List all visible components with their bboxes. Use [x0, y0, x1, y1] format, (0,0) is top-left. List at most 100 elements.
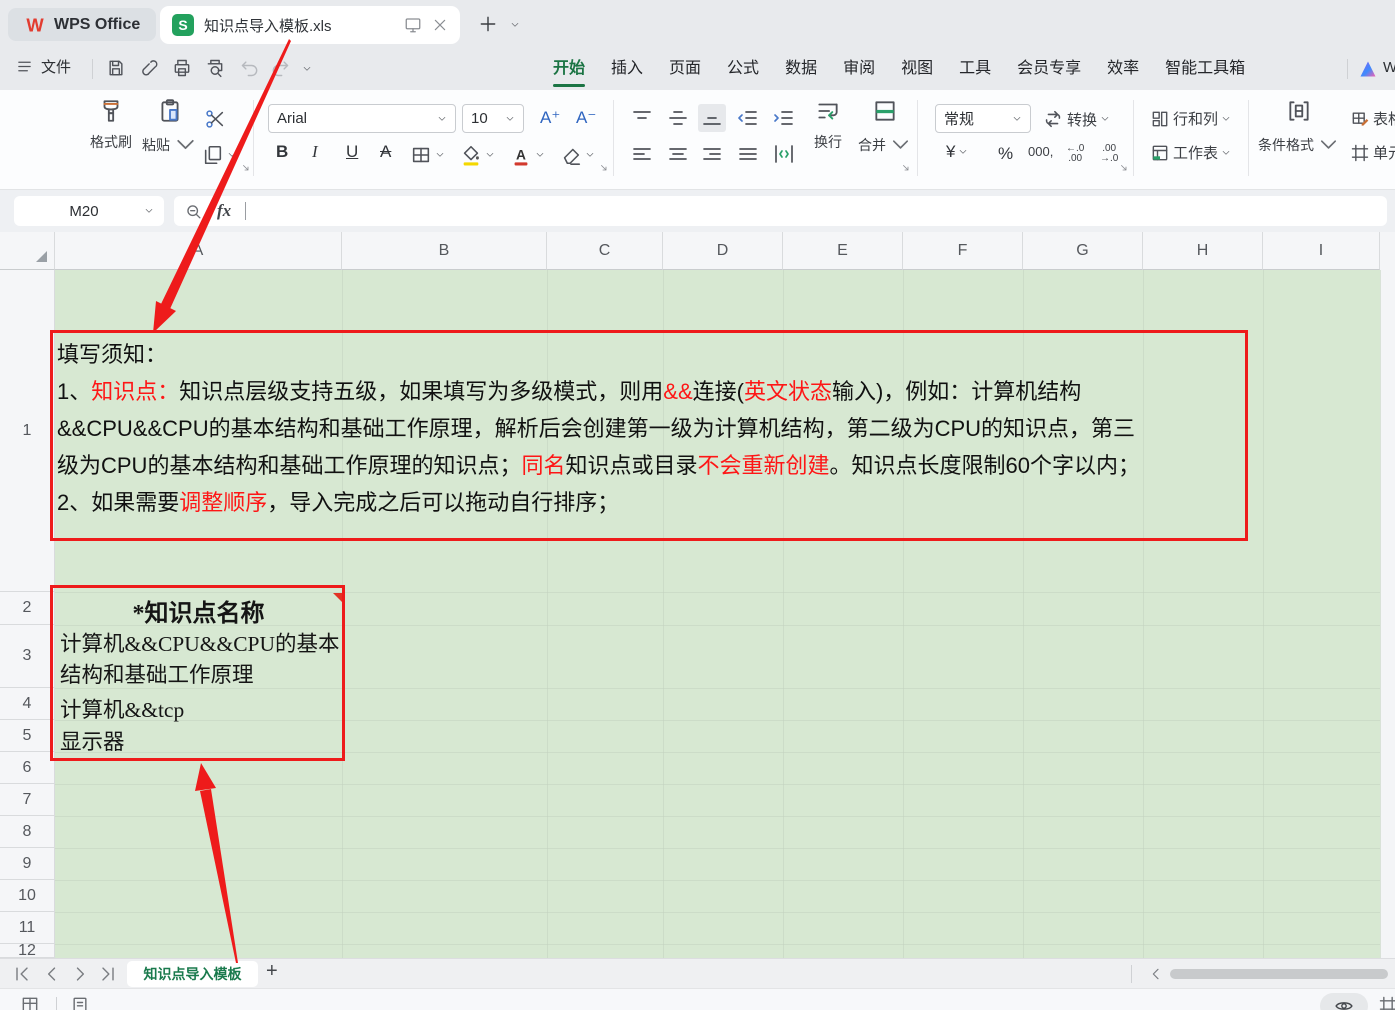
menu-tab-view[interactable]: 视图 — [888, 49, 946, 89]
row-header-11[interactable]: 11 — [0, 912, 55, 944]
paste-button[interactable]: 粘贴 — [142, 98, 198, 158]
spreadsheet-grid[interactable]: ABCDEFGHI 123456789101112 填写须知：1、知识点：知识点… — [0, 232, 1395, 958]
horizontal-scrollbar[interactable] — [1170, 969, 1388, 979]
clear-format-button[interactable] — [560, 144, 595, 166]
align-bottom-button[interactable] — [698, 104, 726, 132]
menu-tab-tools[interactable]: 工具 — [946, 49, 1004, 89]
font-group-expander[interactable] — [598, 162, 610, 174]
row-header-7[interactable]: 7 — [0, 784, 55, 816]
shrink-font-button[interactable]: A⁻ — [576, 108, 596, 128]
fx-icon[interactable]: fx — [217, 201, 231, 221]
worksheet-button[interactable]: 工作表 — [1150, 142, 1231, 163]
row-header-6[interactable]: 6 — [0, 752, 55, 784]
underline-button[interactable]: U — [346, 142, 358, 162]
convert-button[interactable]: 转换 — [1042, 108, 1110, 130]
conditional-format-button[interactable]: 条件格式 — [1258, 98, 1340, 158]
sheet-nav-last[interactable] — [98, 964, 118, 984]
app-home-button[interactable]: W WPS Office — [8, 8, 156, 41]
menu-tab-smart-toolbox[interactable]: 智能工具箱 — [1152, 49, 1258, 89]
strikethrough-button[interactable]: A — [380, 142, 391, 162]
cells-format-button[interactable]: 单元格 — [1350, 142, 1395, 163]
menu-tab-efficiency[interactable]: 效率 — [1094, 49, 1152, 89]
row-header-1[interactable]: 1 — [0, 270, 55, 592]
number-group-expander[interactable] — [1118, 162, 1130, 174]
percent-format-button[interactable]: % — [998, 144, 1013, 164]
distribute-text-button[interactable] — [772, 142, 796, 166]
column-header-h[interactable]: H — [1143, 232, 1263, 270]
zoom-selection-icon[interactable] — [184, 202, 203, 221]
align-top-button[interactable] — [630, 106, 654, 130]
currency-format-button[interactable]: ¥ — [946, 142, 968, 162]
row-header-3[interactable]: 3 — [0, 625, 55, 688]
close-tab-icon[interactable] — [432, 17, 448, 33]
increase-decimal-button[interactable]: .00 →.0 — [1100, 144, 1118, 164]
alignment-group-expander[interactable] — [900, 162, 912, 174]
new-tab-button[interactable] — [478, 14, 498, 34]
redo-button[interactable] — [270, 58, 290, 78]
font-name-select[interactable]: Arial — [268, 104, 456, 133]
align-center-button[interactable] — [666, 142, 690, 166]
menu-tab-formula[interactable]: 公式 — [714, 49, 772, 89]
row-header-12[interactable]: 12 — [0, 944, 55, 958]
sheet-nav-prev[interactable] — [42, 964, 62, 984]
row-header-8[interactable]: 8 — [0, 816, 55, 848]
formula-input[interactable]: fx — [174, 196, 1387, 226]
menu-tab-data[interactable]: 数据 — [772, 49, 830, 89]
export-button[interactable] — [140, 58, 160, 78]
tab-list-chevron[interactable] — [510, 20, 520, 30]
borders-button[interactable] — [410, 144, 445, 166]
visibility-toggle-button[interactable] — [1320, 993, 1368, 1010]
grow-font-button[interactable]: A⁺ — [540, 108, 560, 128]
menu-tab-page[interactable]: 页面 — [656, 49, 714, 89]
wrap-text-button[interactable]: 换行 — [804, 98, 852, 152]
column-header-i[interactable]: I — [1263, 232, 1380, 270]
menu-tab-home[interactable]: 开始 — [540, 49, 598, 89]
row-header-4[interactable]: 4 — [0, 688, 55, 720]
menu-tab-insert[interactable]: 插入 — [598, 49, 656, 89]
undo-button[interactable] — [240, 58, 260, 78]
file-menu-button[interactable]: 文件 — [16, 56, 71, 77]
status-note-icon[interactable] — [70, 995, 90, 1010]
bold-button[interactable]: B — [276, 142, 288, 162]
cut-button[interactable] — [204, 108, 226, 130]
name-box[interactable]: M20 — [14, 196, 164, 226]
column-header-d[interactable]: D — [663, 232, 783, 270]
status-pivot-icon[interactable] — [20, 995, 40, 1010]
copy-button[interactable] — [202, 144, 237, 166]
align-middle-button[interactable] — [666, 106, 690, 130]
italic-button[interactable]: I — [312, 142, 318, 162]
column-header-f[interactable]: F — [903, 232, 1023, 270]
column-header-c[interactable]: C — [547, 232, 663, 270]
thousand-separator-button[interactable]: 000, — [1028, 144, 1053, 159]
add-sheet-button[interactable]: + — [266, 960, 278, 983]
font-color-button[interactable]: A — [510, 144, 545, 166]
wps-ai-icon[interactable] — [1358, 59, 1378, 79]
column-header-b[interactable]: B — [342, 232, 547, 270]
sheet-nav-next[interactable] — [70, 964, 90, 984]
row-header-10[interactable]: 10 — [0, 880, 55, 912]
justify-button[interactable] — [736, 142, 760, 166]
increase-indent-button[interactable] — [772, 106, 796, 130]
format-painter-button[interactable]: 格式刷 — [84, 98, 138, 152]
print-preview-button[interactable] — [205, 58, 225, 78]
scroll-left-icon[interactable] — [1148, 966, 1164, 982]
number-format-select[interactable]: 常规 — [935, 104, 1031, 133]
table-style-button[interactable]: 表格样式 — [1350, 108, 1395, 129]
row-header-5[interactable]: 5 — [0, 720, 55, 752]
status-grid-icon[interactable] — [1378, 995, 1395, 1010]
monitor-icon[interactable] — [404, 16, 422, 34]
sheet-tab-active[interactable]: 知识点导入模板 — [127, 961, 258, 987]
fill-color-button[interactable] — [460, 144, 495, 166]
print-button[interactable] — [172, 58, 192, 78]
decrease-indent-button[interactable] — [736, 106, 760, 130]
column-header-g[interactable]: G — [1023, 232, 1143, 270]
save-button[interactable] — [106, 58, 126, 78]
align-left-button[interactable] — [630, 142, 654, 166]
align-right-button[interactable] — [700, 142, 724, 166]
merge-cells-button[interactable]: 合并 — [858, 98, 912, 158]
document-tab[interactable]: S 知识点导入模板.xls — [160, 6, 460, 44]
font-size-select[interactable]: 10 — [462, 104, 524, 133]
row-header-9[interactable]: 9 — [0, 848, 55, 880]
column-header-a[interactable]: A — [55, 232, 342, 270]
decrease-decimal-button[interactable]: ←.0 .00 — [1066, 144, 1084, 164]
